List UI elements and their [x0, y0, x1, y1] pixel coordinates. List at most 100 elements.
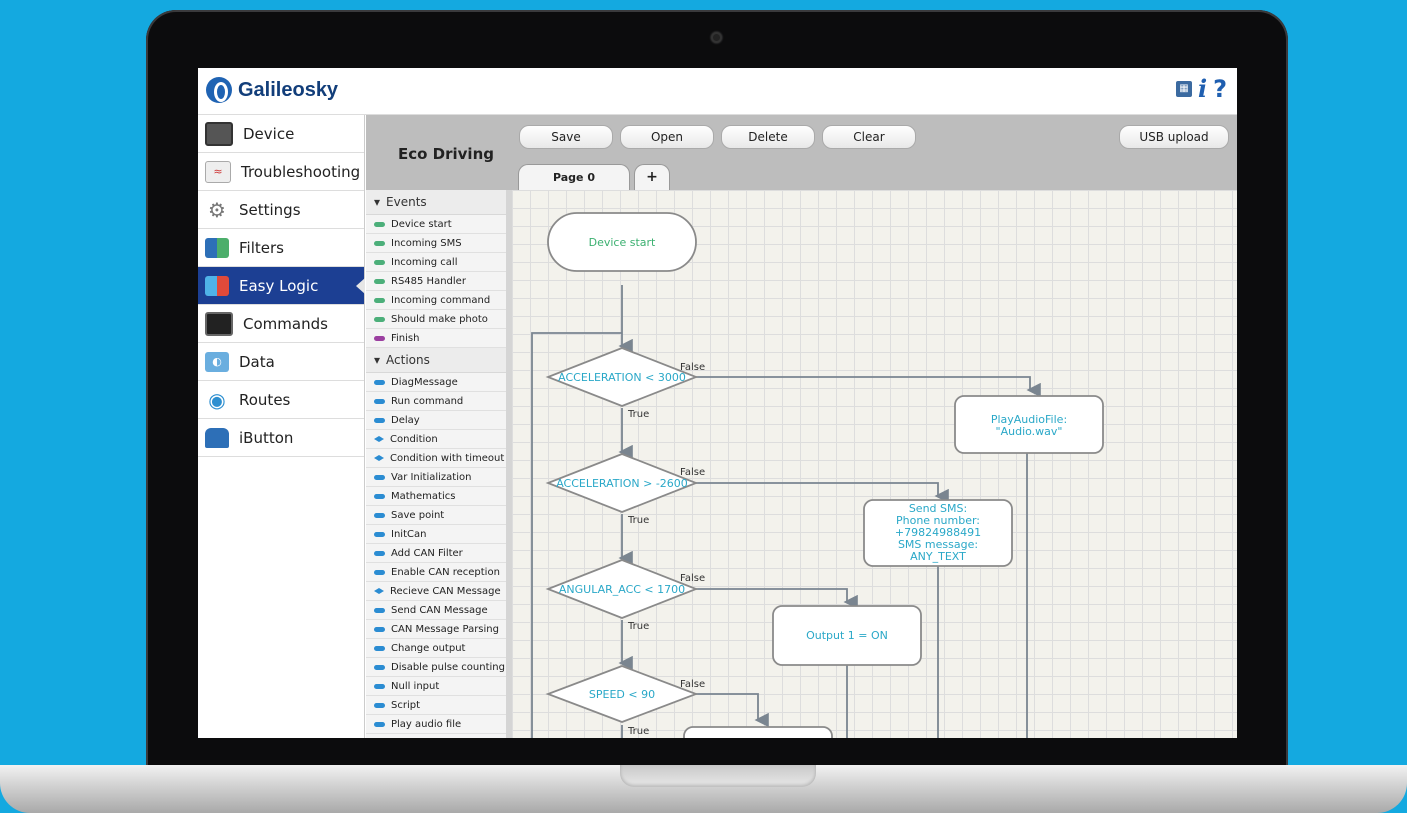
block-type-icon — [374, 259, 385, 265]
palette-item[interactable]: Null input — [366, 677, 506, 696]
chart-icon: ≈ — [205, 160, 231, 183]
sidebar-item-label: Settings — [239, 200, 301, 219]
open-button[interactable]: Open — [620, 125, 714, 149]
actions-list: DiagMessage Run command Delay Condition Cond… — [366, 373, 506, 734]
sidebar-item-label: Troubleshooting — [241, 162, 361, 181]
clear-button[interactable]: Clear — [822, 125, 916, 149]
palette-item-label: Incoming command — [391, 294, 491, 306]
palette-item-label: Should make photo — [391, 313, 488, 325]
action-node[interactable] — [683, 726, 833, 738]
sidebar-item-troubleshooting[interactable]: ≈ Troubleshooting — [198, 153, 364, 191]
block-type-icon — [374, 607, 385, 613]
palette-item[interactable]: CAN Message Parsing — [366, 620, 506, 639]
palette-item[interactable]: Incoming SMS — [366, 234, 506, 253]
palette-item[interactable]: Condition — [366, 430, 506, 449]
block-type-icon — [374, 721, 385, 727]
palette-item[interactable]: Disable pulse counting — [366, 658, 506, 677]
sidebar-item-label: Commands — [243, 314, 328, 333]
palette-item[interactable]: Delay — [366, 411, 506, 430]
logo[interactable]: Galileosky — [206, 77, 338, 103]
sidebar-item-settings[interactable]: ⚙ Settings — [198, 191, 364, 229]
condition-label: ANGULAR_ACC < 1700 — [559, 583, 685, 596]
palette-item[interactable]: Save point — [366, 506, 506, 525]
false-label: False — [680, 573, 705, 584]
block-type-icon — [374, 398, 385, 404]
palette-item[interactable]: Var Initialization — [366, 468, 506, 487]
sidebar: Device ≈ Troubleshooting ⚙ Settings Filt… — [198, 115, 365, 738]
flowchart-canvas[interactable]: Device start ACCELERATION < 3000 ACCELER… — [512, 190, 1237, 738]
block-type-icon — [374, 550, 385, 556]
palette-item[interactable]: Condition with timeout — [366, 449, 506, 468]
palette-item-label: Incoming SMS — [391, 237, 462, 249]
actions-header-label: Actions — [386, 353, 430, 367]
events-header[interactable]: ▾ Events — [366, 190, 506, 215]
palette-item[interactable]: Enable CAN reception — [366, 563, 506, 582]
palette-item[interactable]: InitCan — [366, 525, 506, 544]
info-icon[interactable]: i — [1198, 74, 1207, 103]
palette-item-label: Change output — [391, 642, 466, 654]
palette-item[interactable]: Play audio file — [366, 715, 506, 734]
palette-item-label: Condition with timeout — [390, 452, 505, 464]
logic-icon — [205, 275, 229, 296]
palette-item[interactable]: Send CAN Message — [366, 601, 506, 620]
laptop-notch — [620, 765, 816, 787]
actions-header[interactable]: ▾ Actions — [366, 348, 506, 373]
sidebar-item-label: Filters — [239, 238, 284, 257]
language-icon[interactable]: ▦ — [1175, 80, 1192, 97]
palette-item-label: Add CAN Filter — [391, 547, 463, 559]
sidebar-item-label: Routes — [239, 390, 291, 409]
palette-item-label: Incoming call — [391, 256, 458, 268]
palette-item[interactable]: Run command — [366, 392, 506, 411]
palette-item[interactable]: RS485 Handler — [366, 272, 506, 291]
events-list: Device start Incoming SMS Incoming call RS4… — [366, 215, 506, 348]
block-type-icon — [374, 531, 385, 537]
help-icon[interactable]: ? — [1213, 75, 1227, 103]
sidebar-item-label: Data — [239, 352, 275, 371]
events-header-label: Events — [386, 195, 427, 209]
save-button[interactable]: Save — [519, 125, 613, 149]
palette-item[interactable]: Add CAN Filter — [366, 544, 506, 563]
gear-icon: ⚙ — [208, 197, 226, 222]
sidebar-item-device[interactable]: Device — [198, 115, 364, 153]
palette-item[interactable]: Device start — [366, 215, 506, 234]
palette-item[interactable]: Recieve CAN Message — [366, 582, 506, 601]
flowchart: Device start ACCELERATION < 3000 ACCELER… — [531, 212, 1104, 738]
delete-button[interactable]: Delete — [721, 125, 815, 149]
editor-panel: Eco Driving Save Open Delete Clear USB u… — [366, 115, 1237, 738]
sidebar-item-ibutton[interactable]: iButton — [198, 419, 364, 457]
palette-item[interactable]: Change output — [366, 639, 506, 658]
palette-item[interactable]: Script — [366, 696, 506, 715]
palette-item-label: Disable pulse counting — [391, 661, 505, 673]
add-tab-button[interactable]: + — [634, 164, 670, 190]
false-label: False — [680, 467, 705, 478]
palette-item[interactable]: Incoming call — [366, 253, 506, 272]
palette-item-label: Run command — [391, 395, 464, 407]
block-type-icon — [374, 436, 384, 442]
usb-upload-button[interactable]: USB upload — [1119, 125, 1229, 149]
block-type-icon — [374, 702, 385, 708]
palette-item[interactable]: DiagMessage — [366, 373, 506, 392]
block-type-icon — [374, 474, 385, 480]
block-type-icon — [374, 588, 384, 594]
sidebar-item-routes[interactable]: ◉ Routes — [198, 381, 364, 419]
palette-item-label: CAN Message Parsing — [391, 623, 499, 635]
block-type-icon — [374, 569, 385, 575]
top-bar: Galileosky ▦ i ? — [198, 68, 1237, 115]
sidebar-item-commands[interactable]: Commands — [198, 305, 364, 343]
palette-item[interactable]: Should make photo — [366, 310, 506, 329]
palette-item-label: Finish — [391, 332, 420, 344]
palette-item[interactable]: Mathematics — [366, 487, 506, 506]
palette-item[interactable]: Finish — [366, 329, 506, 348]
camera-icon — [711, 32, 722, 43]
sidebar-item-label: Easy Logic — [239, 276, 319, 295]
top-icons: ▦ i ? — [1175, 74, 1227, 103]
tab-page-0[interactable]: Page 0 — [518, 164, 630, 190]
sms-message-text: ANY_TEXT — [910, 550, 966, 563]
sidebar-item-data[interactable]: ◐ Data — [198, 343, 364, 381]
condition-label: ACCELERATION > -2600 — [556, 477, 688, 490]
palette-item[interactable]: Incoming command — [366, 291, 506, 310]
palette-item-label: Var Initialization — [391, 471, 472, 483]
sidebar-item-filters[interactable]: Filters — [198, 229, 364, 267]
sidebar-item-easy-logic[interactable]: Easy Logic — [198, 267, 365, 305]
galileosky-logo-icon — [206, 77, 232, 103]
